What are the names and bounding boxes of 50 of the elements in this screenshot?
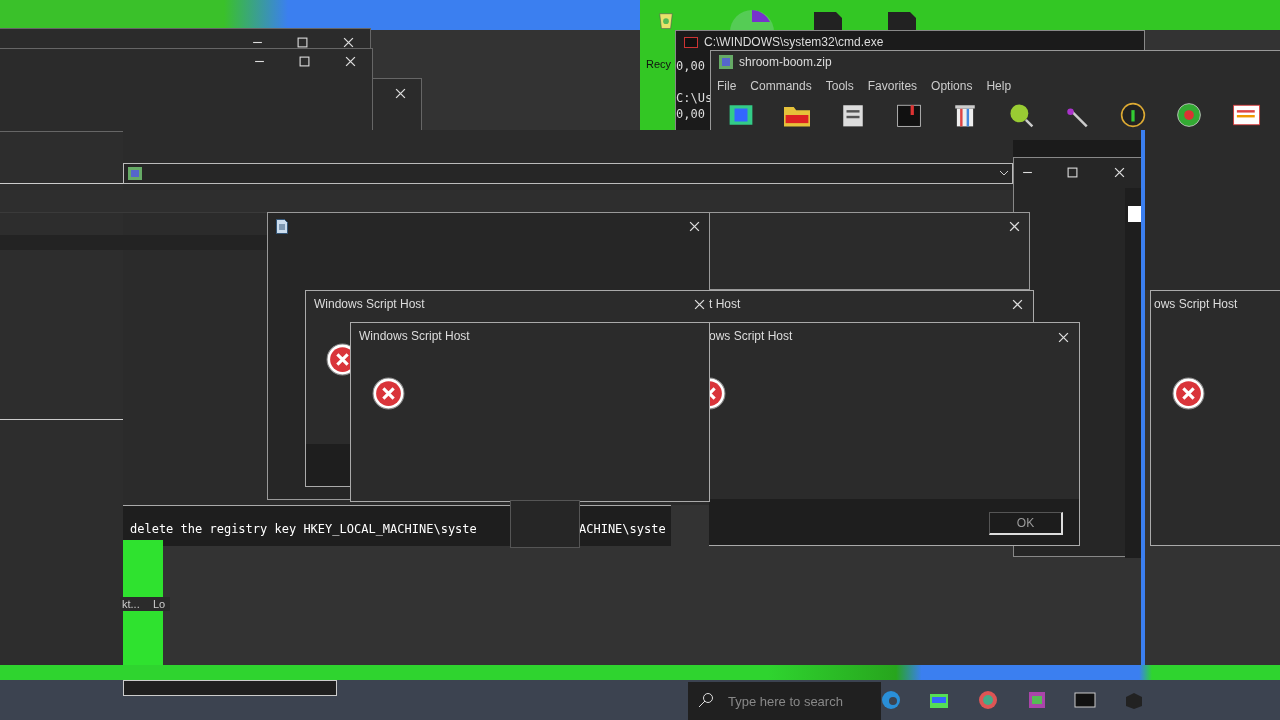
maximize-icon[interactable] xyxy=(1067,167,1078,178)
dialog-title: ows Script Host xyxy=(709,329,793,343)
window-title: shroom-boom.zip xyxy=(739,55,832,69)
close-icon[interactable] xyxy=(694,299,705,310)
console-text: C:\Us xyxy=(676,91,713,105)
close-icon[interactable] xyxy=(1009,221,1020,232)
menu-item[interactable]: Help xyxy=(986,79,1012,93)
caret-icon[interactable] xyxy=(999,169,1009,177)
search-field[interactable]: Type here to search xyxy=(688,682,881,720)
document-icon xyxy=(276,219,288,234)
console-text: ACHINE\syste xyxy=(579,522,666,536)
dialog-title: ows Script Host xyxy=(1154,297,1238,311)
terminal-icon[interactable] xyxy=(1074,690,1096,710)
taskbar-button[interactable] xyxy=(123,680,337,696)
dialog-title: t Host xyxy=(709,297,741,311)
menu-item[interactable]: File xyxy=(717,79,737,93)
close-icon[interactable] xyxy=(689,221,700,232)
search-icon xyxy=(698,692,714,708)
item-label: kt... xyxy=(122,598,140,610)
dialog-title: Windows Script Host xyxy=(359,329,470,343)
archive-icon xyxy=(128,167,142,180)
menu-item[interactable]: Options xyxy=(931,79,973,93)
dialog-title: Windows Script Host xyxy=(314,297,425,311)
console-text: delete the registry key HKEY_LOCAL_MACHINE\syste xyxy=(130,522,477,536)
console-text: 0,00 xyxy=(676,59,705,73)
globe-icon[interactable] xyxy=(977,690,999,710)
window-title: C:\WINDOWS\system32\cmd.exe xyxy=(704,35,884,49)
close-icon[interactable] xyxy=(345,56,356,67)
close-icon[interactable] xyxy=(395,88,406,99)
label-background xyxy=(120,597,170,611)
error-icon xyxy=(1172,377,1205,410)
desktop-icon-label: Recy xyxy=(646,58,672,70)
close-icon[interactable] xyxy=(1012,299,1023,310)
ok-button[interactable]: OK xyxy=(989,512,1063,535)
archive-icon[interactable] xyxy=(1026,690,1048,710)
item-label: Lo xyxy=(153,598,166,610)
maximize-icon[interactable] xyxy=(299,56,310,67)
close-icon[interactable] xyxy=(343,37,354,48)
menu-item[interactable]: Favorites xyxy=(867,79,918,93)
close-icon[interactable] xyxy=(1114,167,1125,178)
maximize-icon[interactable] xyxy=(297,37,308,48)
menu-item[interactable]: Commands xyxy=(750,79,812,93)
error-icon xyxy=(372,377,405,410)
archive-icon xyxy=(719,55,733,69)
close-icon[interactable] xyxy=(1058,332,1069,343)
browser-icon[interactable] xyxy=(880,690,902,710)
terminal-icon xyxy=(684,37,698,48)
address-bar[interactable] xyxy=(123,163,1013,184)
menu-item[interactable]: Tools xyxy=(825,79,854,93)
console-text: 0,00 xyxy=(676,107,705,121)
